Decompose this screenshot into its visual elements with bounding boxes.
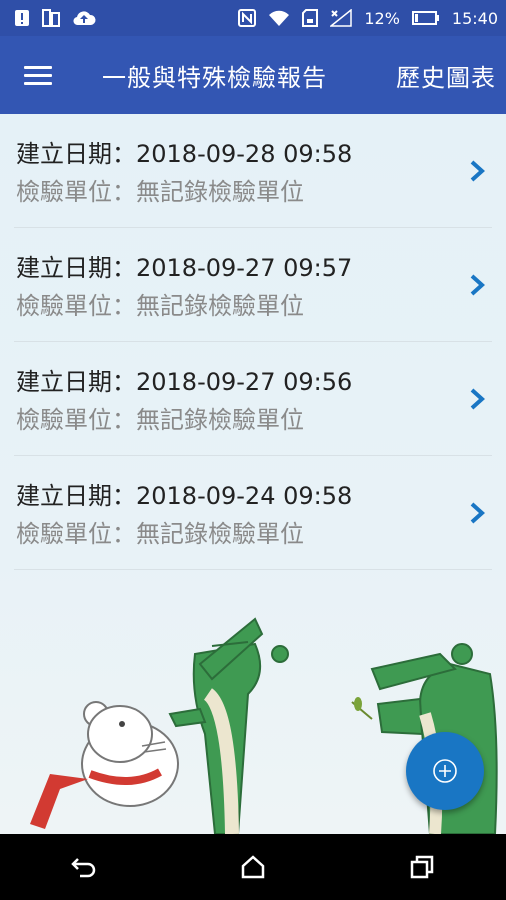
chevron-right-icon <box>470 502 485 524</box>
menu-icon <box>24 65 52 69</box>
home-button[interactable] <box>223 837 283 897</box>
menu-icon-bar <box>24 81 52 85</box>
menu-icon-bar <box>24 73 52 77</box>
list-item[interactable]: 建立日期：2018-09-27 09:57 檢驗單位：無記錄檢驗單位 <box>14 228 492 342</box>
lab-unit: 檢驗單位：無記錄檢驗單位 <box>16 520 304 548</box>
signal-icon <box>330 9 353 27</box>
lab-unit: 檢驗單位：無記錄檢驗單位 <box>16 292 304 320</box>
page-title: 一般與特殊檢驗報告 <box>102 63 327 92</box>
chevron-right-icon <box>470 274 485 296</box>
cloud-upload-icon <box>72 9 96 27</box>
bear-illustration <box>30 701 179 829</box>
created-date: 建立日期：2018-09-28 09:58 <box>16 140 353 168</box>
history-chart-button[interactable]: 歷史圖表 <box>396 58 496 93</box>
created-date: 建立日期：2018-09-27 09:56 <box>16 368 353 396</box>
battery-percent: 12% <box>364 8 400 28</box>
list-item[interactable]: 建立日期：2018-09-28 09:58 檢驗單位：無記錄檢驗單位 <box>14 114 492 228</box>
add-circle-icon <box>433 759 457 783</box>
app-bar: 一般與特殊檢驗報告 歷史圖表 <box>0 36 506 114</box>
wifi-icon <box>268 9 290 27</box>
back-icon <box>71 858 96 878</box>
back-button[interactable] <box>54 837 114 897</box>
recents-button[interactable] <box>392 837 452 897</box>
status-left <box>14 9 96 27</box>
battery-icon <box>411 10 440 26</box>
chevron-right-icon <box>470 160 485 182</box>
report-list-area[interactable]: 建立日期：2018-09-28 09:58 檢驗單位：無記錄檢驗單位 建立日期：… <box>0 114 506 834</box>
sd-card-icon <box>302 9 319 27</box>
list-item[interactable]: 建立日期：2018-09-27 09:56 檢驗單位：無記錄檢驗單位 <box>14 342 492 456</box>
status-right: 12% 15:40 <box>238 9 498 28</box>
recents-icon <box>410 855 433 879</box>
system-nav-bar <box>0 834 506 900</box>
lab-unit: 檢驗單位：無記錄檢驗單位 <box>16 406 304 434</box>
created-date: 建立日期：2018-09-27 09:57 <box>16 254 353 282</box>
home-icon <box>241 855 265 879</box>
sim-icon <box>42 9 60 27</box>
lab-unit: 檢驗單位：無記錄檢驗單位 <box>16 178 304 206</box>
chevron-right-icon <box>470 388 485 410</box>
menu-button[interactable] <box>24 58 58 92</box>
created-date: 建立日期：2018-09-24 09:58 <box>16 482 353 510</box>
nfc-icon <box>238 9 257 27</box>
status-bar: 12% 15:40 <box>0 0 506 36</box>
list-item[interactable]: 建立日期：2018-09-24 09:58 檢驗單位：無記錄檢驗單位 <box>14 456 492 570</box>
crocodile-left <box>168 617 289 834</box>
report-list: 建立日期：2018-09-28 09:58 檢驗單位：無記錄檢驗單位 建立日期：… <box>14 114 492 570</box>
clock: 15:40 <box>451 8 498 28</box>
alert-icon <box>14 9 30 27</box>
add-record-button[interactable] <box>406 732 484 810</box>
